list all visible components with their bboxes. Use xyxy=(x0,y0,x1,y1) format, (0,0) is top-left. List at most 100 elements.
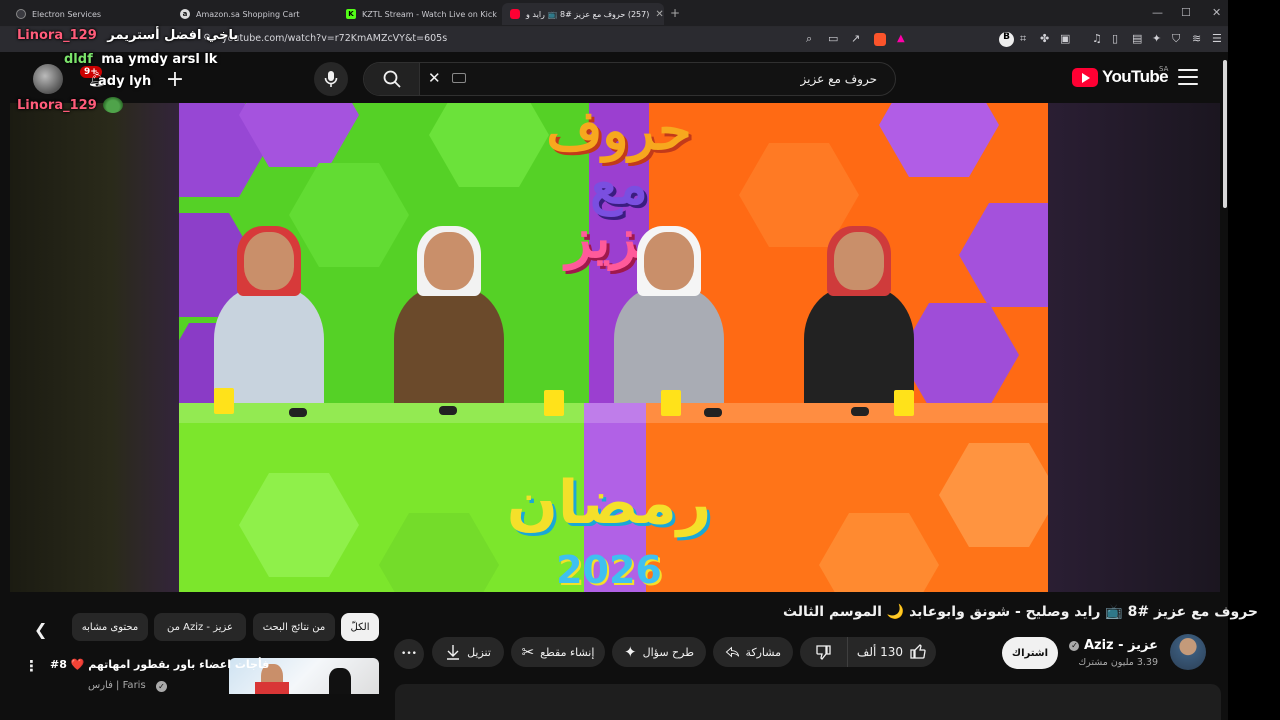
share-button[interactable]: مشاركة xyxy=(713,637,793,667)
url-field[interactable]: youtube.com/watch?v=r72KmAMZcVY&t=605s xyxy=(222,33,447,44)
clip-label: إنشاء مقطع xyxy=(540,645,595,659)
extension-icon[interactable]: ⌗ xyxy=(1020,32,1026,46)
recommended-video-title[interactable]: #8 ❤️ فأجات اعضاء باور بقطور امهاتهم xyxy=(50,658,269,671)
contestant xyxy=(209,226,329,417)
more-actions-button[interactable]: ••• xyxy=(394,639,424,669)
video-player[interactable]: حروف مع عزيز رمضان 2026 xyxy=(179,103,1048,592)
like-button[interactable]: 130 ألف xyxy=(848,637,936,667)
buzzer xyxy=(851,407,869,416)
keyboard-icon[interactable] xyxy=(452,73,466,83)
create-button[interactable]: + xyxy=(156,62,194,96)
contestant xyxy=(799,226,919,417)
kick-icon: K xyxy=(346,9,356,19)
verified-icon: ✓ xyxy=(156,681,167,692)
amazon-icon: a xyxy=(180,9,190,19)
browser-menu-icon[interactable]: ☰ xyxy=(1212,32,1222,45)
chip-all[interactable]: الكلّ xyxy=(341,613,379,641)
browser-tab[interactable]: K KZTL Stream - Watch Live on Kick xyxy=(338,3,500,25)
brave-rewards-icon[interactable]: ▲ xyxy=(897,33,905,44)
hamburger-menu-icon[interactable] xyxy=(1178,69,1198,85)
recommended-channel[interactable]: فارس | Faris xyxy=(88,680,146,691)
channel-name-text: عزيز - Aziz xyxy=(1083,638,1158,653)
close-window-icon[interactable]: ✕ xyxy=(1212,6,1221,19)
maximize-icon[interactable]: ☐ xyxy=(1181,6,1191,19)
leo-icon[interactable]: ✦ xyxy=(1152,32,1161,45)
scrollbar-thumb[interactable] xyxy=(1223,60,1227,208)
channel-name[interactable]: عزيز - Aziz ✓ xyxy=(1069,638,1158,653)
chat-message: ady lyh xyxy=(98,74,152,89)
brave-shield-icon[interactable] xyxy=(874,33,886,46)
more-options-icon[interactable]: ⋮ xyxy=(24,657,39,675)
dislike-button[interactable] xyxy=(800,637,848,667)
download-button[interactable]: تنزيل xyxy=(432,637,504,667)
channel-avatar[interactable] xyxy=(1170,634,1206,670)
mic-icon xyxy=(324,71,338,87)
extension-icon[interactable]: B xyxy=(999,32,1014,47)
vpn-icon[interactable]: ⛉ xyxy=(1172,32,1180,46)
verified-icon: ✓ xyxy=(1069,640,1080,651)
ask-button[interactable]: ✦ طرح سؤال xyxy=(612,637,706,667)
thumbs-down-icon xyxy=(815,645,831,660)
recommended-channel-name: فارس | Faris xyxy=(88,680,146,691)
like-dislike-group: 130 ألف xyxy=(800,637,936,667)
close-tab-icon[interactable]: ✕ xyxy=(655,9,663,20)
browser-tab-bar: Electron Services a Amazon.sa Shopping C… xyxy=(0,0,1228,27)
chat-message: ma ymdy arsl lk xyxy=(101,52,218,67)
electron-icon xyxy=(16,9,26,19)
clear-search-icon[interactable]: ✕ xyxy=(428,69,441,87)
chevron-left-icon[interactable]: ❮ xyxy=(34,620,47,639)
chat-message: ياخي افضل أستريمر xyxy=(107,28,239,43)
download-icon xyxy=(447,645,460,660)
search-box[interactable]: ✕ حروف مع عزيز xyxy=(363,62,896,96)
tab-title: (257) حروف مع عزيز #8 📺 رايد و xyxy=(526,9,650,19)
clip-button[interactable]: ✂ إنشاء مقطع xyxy=(511,637,605,667)
tab-title: KZTL Stream - Watch Live on Kick xyxy=(362,9,497,19)
buzzer xyxy=(704,408,722,417)
contestant xyxy=(609,226,729,417)
cast-icon[interactable]: ▭ xyxy=(828,32,838,45)
share-label: مشاركة xyxy=(745,645,781,659)
yellow-cup xyxy=(544,390,564,416)
download-label: تنزيل xyxy=(467,645,491,659)
new-tab-icon[interactable]: + xyxy=(670,6,680,20)
search-input[interactable]: حروف مع عزيز xyxy=(801,72,877,86)
voice-search-button[interactable] xyxy=(314,62,348,96)
chat-username: Linora_129 xyxy=(17,97,97,113)
browser-tab[interactable]: a Amazon.sa Shopping Cart xyxy=(172,3,334,25)
thumbs-up-icon xyxy=(910,644,926,659)
player-ambient-right xyxy=(1048,103,1220,592)
wallet-icon[interactable]: ▤ xyxy=(1132,32,1142,45)
media-icon[interactable]: ♫ xyxy=(1092,32,1102,45)
youtube-play-icon xyxy=(1072,67,1098,87)
minimize-icon[interactable]: — xyxy=(1152,6,1163,19)
tab-title: Amazon.sa Shopping Cart xyxy=(196,9,300,19)
yellow-cup xyxy=(894,390,914,416)
like-count: 130 ألف xyxy=(856,645,904,659)
extensions-puzzle-icon[interactable]: ✤ xyxy=(1040,32,1049,45)
youtube-icon xyxy=(510,9,520,19)
youtube-logo[interactable]: YouTube xyxy=(1072,67,1169,87)
region-code: SA xyxy=(1159,65,1169,73)
player-ambient-left xyxy=(10,103,179,592)
description-box[interactable] xyxy=(395,684,1221,720)
yellow-cup xyxy=(661,390,681,416)
subscribe-button[interactable]: اشتراك xyxy=(1002,637,1058,669)
reader-icon[interactable]: ▣ xyxy=(1060,32,1070,45)
ask-label: طرح سؤال xyxy=(642,645,694,659)
chat-line: Linora_129 ياخي افضل أستريمر xyxy=(17,28,238,43)
sidebar-icon[interactable]: ▯ xyxy=(1112,32,1118,45)
speed-icon[interactable]: ≋ xyxy=(1192,32,1201,45)
zoom-icon[interactable]: ⌕ xyxy=(806,32,812,46)
chip-related[interactable]: محتوى مشابه xyxy=(72,613,148,641)
browser-tab[interactable]: Electron Services xyxy=(8,3,170,25)
chat-username: dldf xyxy=(64,52,93,67)
search-button[interactable] xyxy=(364,63,420,95)
scissors-icon: ✂ xyxy=(521,643,535,661)
account-avatar[interactable] xyxy=(33,64,63,94)
chat-username: Linora_129 xyxy=(17,28,97,43)
chip-from-channel[interactable]: من Aziz - عزيز xyxy=(154,613,246,641)
chip-from-search[interactable]: من نتائج البحث xyxy=(253,613,335,641)
contestant xyxy=(389,226,509,417)
share-page-icon[interactable]: ↗ xyxy=(851,32,860,45)
browser-tab-active[interactable]: (257) حروف مع عزيز #8 📺 رايد و ✕ xyxy=(502,3,664,25)
